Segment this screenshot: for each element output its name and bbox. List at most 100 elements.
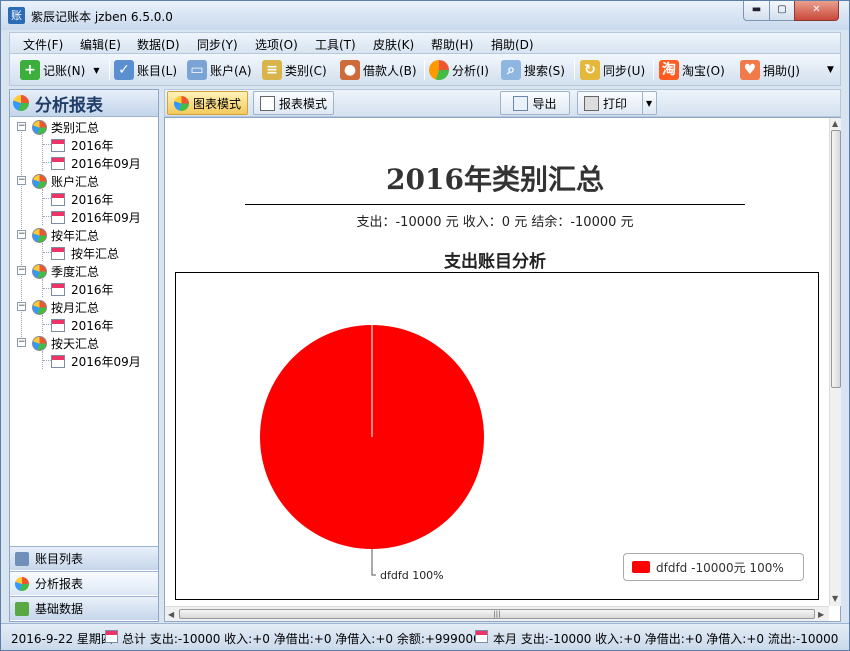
tree-line [43, 162, 51, 163]
scroll-left-icon[interactable]: ◀ [168, 610, 174, 619]
vertical-scroll-thumb[interactable] [831, 130, 841, 388]
borrower-button[interactable]: ● 借款人(B) [340, 58, 417, 82]
ledger-label: 账目(L) [137, 63, 178, 78]
chevron-down-icon[interactable]: ▼ [646, 99, 652, 108]
minimize-button[interactable]: ▬ [743, 1, 770, 21]
collapse-icon[interactable]: − [17, 338, 26, 347]
horizontal-scrollbar[interactable]: ◀ ||| ▶ [165, 606, 829, 621]
print-button[interactable]: 打印 ▼ [577, 91, 657, 115]
tree-line [43, 216, 51, 217]
ledger-button[interactable]: ✓ 账目(L) [114, 58, 177, 82]
menu-sync[interactable]: 同步(Y) [197, 36, 238, 53]
account-button[interactable]: ▭ 账户(A) [187, 58, 252, 82]
tree-node-label: 类别汇总 [51, 120, 100, 135]
window-title: 紫辰记账本 jzben 6.5.0.0 [31, 10, 173, 24]
tree-node-label: 2016年09月 [71, 156, 141, 171]
account-icon: ▭ [187, 60, 207, 80]
collapse-icon[interactable]: − [17, 266, 26, 275]
nav-analysis-report[interactable]: 分析报表 [10, 571, 158, 595]
slice-label: dfdfd 100% [380, 569, 444, 582]
nav-ledger-list[interactable]: 账目列表 [10, 546, 158, 570]
menu-data[interactable]: 数据(D) [137, 36, 180, 53]
toolbar-overflow-button[interactable]: ▼ [827, 58, 834, 82]
toolbar-separator [109, 60, 110, 80]
collapse-icon[interactable]: − [17, 122, 26, 131]
tree-node-yearly-item[interactable]: 按年汇总 [51, 244, 119, 262]
tree-line [43, 252, 51, 253]
export-button[interactable]: 导出 [500, 91, 570, 115]
sync-button[interactable]: ↻ 同步(U) [580, 58, 645, 82]
collapse-icon[interactable]: − [17, 230, 26, 239]
tree-node-category-2016[interactable]: 2016年 [51, 136, 114, 154]
menu-skin[interactable]: 皮肤(K) [373, 36, 414, 53]
tree-node-account-summary[interactable]: 账户汇总 [32, 172, 99, 190]
record-button[interactable]: + 记账(N) ▼ [20, 58, 100, 82]
donate-label: 捐助(J) [763, 63, 800, 78]
tree-node-yearly-summary[interactable]: 按年汇总 [32, 226, 99, 244]
category-button[interactable]: ≡ 类别(C) [262, 58, 327, 82]
print-label: 打印 [603, 96, 628, 111]
tree-node-account-2016[interactable]: 2016年 [51, 190, 114, 208]
pie-chart: dfdfd 100% dfdfd -10000元 100% [175, 272, 819, 600]
analysis-label: 分析(I) [452, 63, 489, 78]
report-mode-button[interactable]: 报表模式 [253, 91, 335, 115]
export-label: 导出 [532, 96, 557, 111]
legend-label: dfdfd -10000元 100% [656, 560, 784, 575]
taobao-icon: 淘 [659, 60, 679, 80]
ledger-icon: ✓ [114, 60, 134, 80]
close-button[interactable]: ✕ [794, 1, 839, 21]
menu-options[interactable]: 选项(O) [255, 36, 298, 53]
puzzle-icon [15, 601, 29, 616]
calendar-icon [51, 354, 65, 368]
collapse-icon[interactable]: − [17, 302, 26, 311]
report-title: 2016年类别汇总 [386, 163, 604, 196]
slice-label-leader [371, 549, 376, 576]
menu-edit[interactable]: 编辑(E) [80, 36, 121, 53]
tree-node-quarterly-summary[interactable]: 季度汇总 [32, 262, 99, 280]
calendar-icon [105, 630, 118, 643]
analysis-button[interactable]: 分析(I) [429, 58, 489, 82]
taobao-button[interactable]: 淘 淘宝(O) [659, 58, 725, 82]
pie-chart-icon [174, 95, 189, 111]
tree-node-label: 2016年09月 [71, 354, 141, 369]
menu-tools[interactable]: 工具(T) [315, 36, 356, 53]
tree-node-daily-201609[interactable]: 2016年09月 [51, 352, 141, 370]
nav-basic-data[interactable]: 基础数据 [10, 596, 158, 620]
tree-node-monthly-2016[interactable]: 2016年 [51, 316, 114, 334]
add-icon: + [20, 60, 40, 80]
scroll-down-icon[interactable]: ▼ [832, 594, 838, 603]
chart-legend: dfdfd -10000元 100% [623, 553, 804, 581]
tree-node-monthly-summary[interactable]: 按月汇总 [32, 298, 99, 316]
tree-node-category-201609[interactable]: 2016年09月 [51, 154, 141, 172]
pie-chart-icon [13, 95, 29, 111]
app-window: 账 紫辰记账本 jzben 6.5.0.0 ▬ ▢ ✕ 文件(F) 编辑(E) … [0, 0, 850, 651]
pie-chart-icon [32, 299, 47, 315]
collapse-icon[interactable]: − [17, 176, 26, 185]
tree-node-category-summary[interactable]: 类别汇总 [32, 118, 99, 136]
scroll-right-icon[interactable]: ▶ [818, 610, 824, 619]
tree-line [43, 288, 51, 289]
pie-chart-icon [429, 60, 449, 80]
toolbar-separator [424, 60, 425, 80]
menu-file[interactable]: 文件(F) [23, 36, 63, 53]
report-toolbar: 图表模式 报表模式 导出 打印 ▼ [164, 89, 841, 117]
search-button[interactable]: ⌕ 搜索(S) [501, 58, 565, 82]
nav-label: 分析报表 [35, 577, 84, 591]
tree-node-label: 2016年 [71, 138, 114, 153]
tree-node-daily-summary[interactable]: 按天汇总 [32, 334, 99, 352]
vertical-scrollbar[interactable]: ▲ ▼ [829, 118, 841, 606]
menu-help[interactable]: 帮助(H) [431, 36, 473, 53]
chart-mode-button[interactable]: 图表模式 [167, 91, 249, 115]
calendar-icon [51, 192, 65, 206]
tree-node-account-201609[interactable]: 2016年09月 [51, 208, 141, 226]
tree-node-label: 按月汇总 [51, 300, 100, 315]
maximize-button[interactable]: ▢ [769, 1, 795, 21]
donate-button[interactable]: ♥ 捐助(J) [740, 58, 800, 82]
scroll-up-icon[interactable]: ▲ [832, 119, 838, 128]
tree-node-label: 账户汇总 [51, 174, 100, 189]
status-total: 总计 支出:-10000 收入:+0 净借出:+0 净借入:+0 余额:+999… [122, 632, 489, 646]
menu-donate[interactable]: 捐助(D) [491, 36, 534, 53]
tree-node-quarterly-2016[interactable]: 2016年 [51, 280, 114, 298]
horizontal-scroll-thumb[interactable]: ||| [179, 609, 815, 619]
calendar-icon [51, 156, 65, 170]
